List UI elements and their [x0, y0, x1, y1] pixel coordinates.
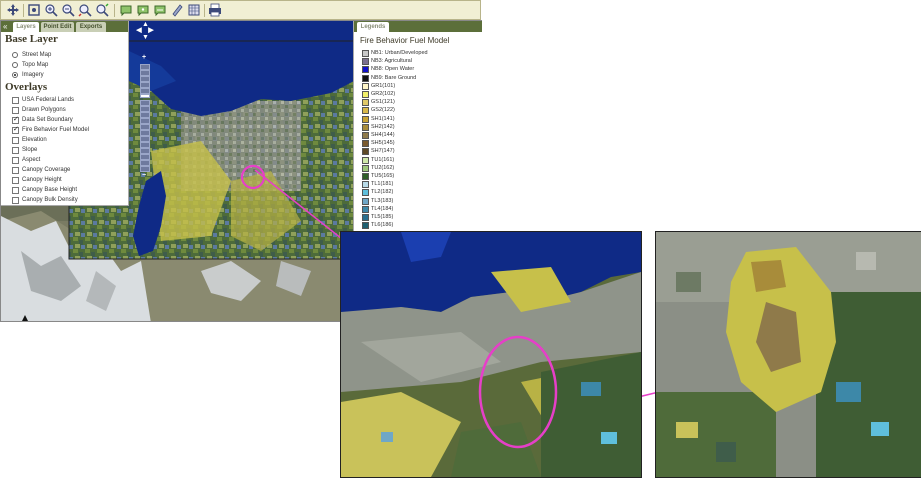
inset-imagery-medium — [341, 232, 641, 477]
inset-imagery-detail — [656, 232, 921, 477]
zoom-inset-detail — [655, 231, 921, 478]
zoom-inset-medium — [340, 231, 642, 478]
